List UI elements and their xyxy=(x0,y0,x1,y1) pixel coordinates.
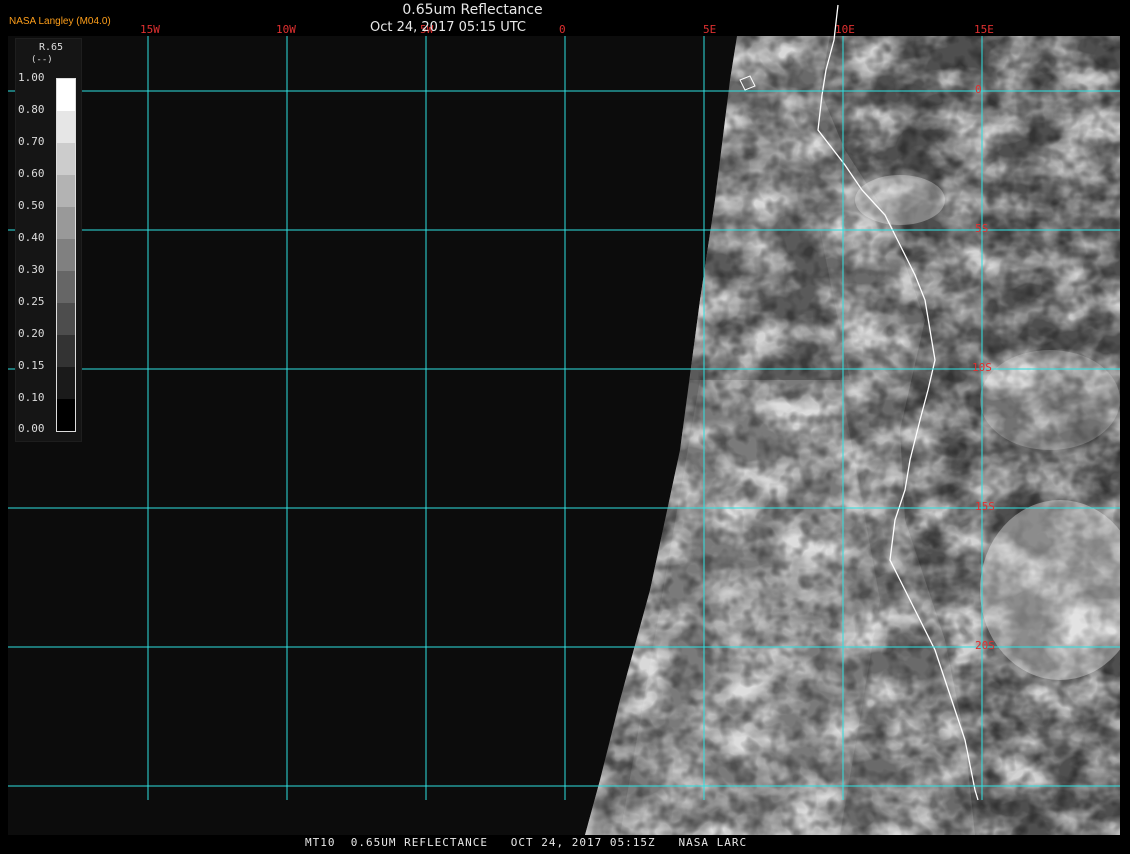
brand-label: NASA Langley (M04.0) xyxy=(9,16,111,27)
legend-title: R.65 xyxy=(38,42,64,53)
lat-label-10s: 10S xyxy=(972,361,992,374)
legend-tick: 0.40 xyxy=(18,231,45,244)
lon-label-0: 0 xyxy=(559,23,566,36)
legend-tick: 0.20 xyxy=(18,327,45,340)
satellite-map xyxy=(0,0,1130,850)
lat-label-0: 0 xyxy=(975,83,982,96)
lon-label-15w: 15W xyxy=(140,23,160,36)
lat-label-5s: 5S xyxy=(975,222,989,235)
lat-label-15s: 15S xyxy=(975,500,995,513)
legend-tick: 0.10 xyxy=(18,391,45,404)
image-timestamp: Oct 24, 2017 05:15 UTC xyxy=(370,20,526,35)
legend-tick: 0.70 xyxy=(18,135,45,148)
legend-unit: (--) xyxy=(31,55,53,65)
lon-label-5e: 5E xyxy=(703,23,717,36)
color-legend: R.65 (--) 1.00 0.80 0.70 0.60 0.50 0.40 … xyxy=(15,38,82,442)
legend-tick: 0.80 xyxy=(18,103,45,116)
lon-label-10e: 10E xyxy=(835,23,855,36)
legend-tick: 0.30 xyxy=(18,263,45,276)
legend-tick: 0.25 xyxy=(18,295,45,308)
legend-tick: 0.50 xyxy=(18,199,45,212)
legend-tick: 0.15 xyxy=(18,359,45,372)
footer-caption: MT10 0.65UM REFLECTANCE OCT 24, 2017 05:… xyxy=(305,836,748,849)
lon-label-10w: 10W xyxy=(276,23,296,36)
legend-tick: 1.00 xyxy=(18,71,45,84)
legend-tick: 0.60 xyxy=(18,167,45,180)
legend-colorbar xyxy=(56,78,76,432)
legend-tick: 0.00 xyxy=(18,422,45,435)
lon-label-15e: 15E xyxy=(974,23,994,36)
map-canvas xyxy=(8,4,1120,835)
lat-label-20s: 20S xyxy=(975,639,995,652)
image-title: 0.65um Reflectance xyxy=(402,2,543,18)
